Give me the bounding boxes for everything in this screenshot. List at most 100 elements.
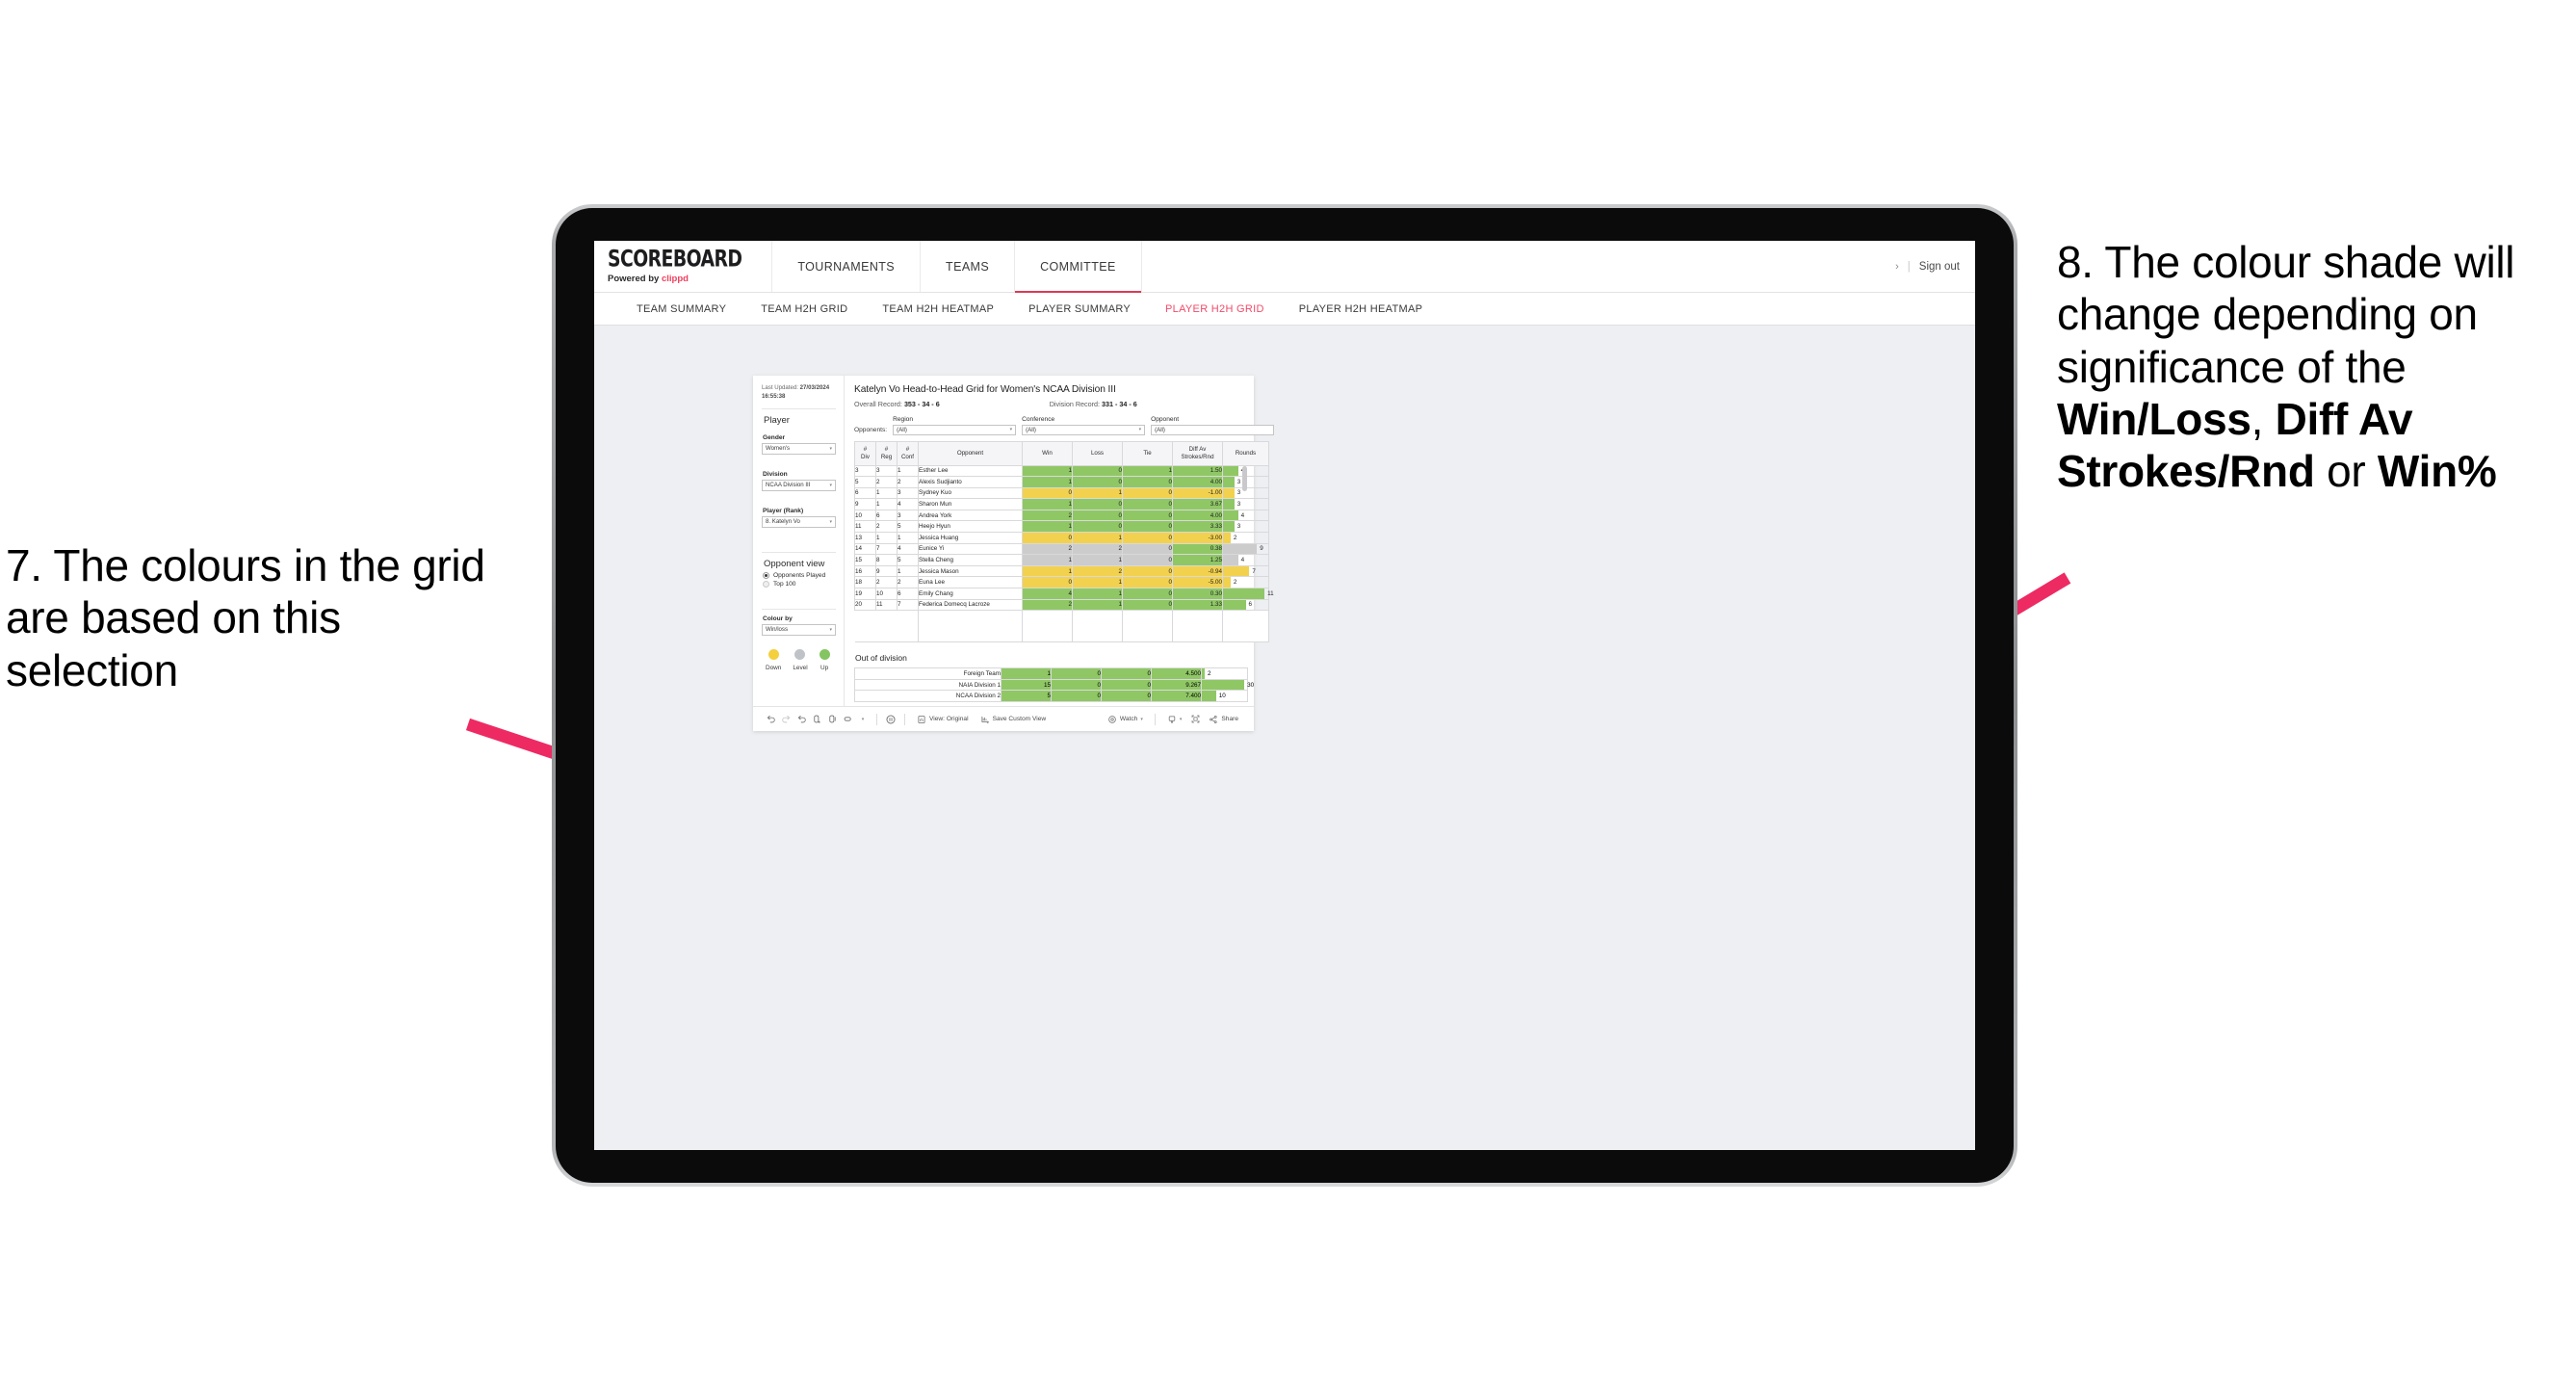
device-layout-icon[interactable] xyxy=(840,712,855,727)
cell-loss[interactable]: 1 xyxy=(1072,554,1123,566)
cell-opponent[interactable]: Emily Chang xyxy=(918,588,1023,600)
cell-conf[interactable]: 5 xyxy=(897,554,919,566)
grid-row[interactable]: 9 1 4 Sharon Mun 1 0 0 3.67 3 xyxy=(854,498,1269,510)
grid-row[interactable]: Foreign Team 1 0 0 4.500 2 xyxy=(854,667,1248,680)
cell-opponent[interactable]: Foreign Team xyxy=(854,667,1002,680)
subnav-item-team-h2h-heatmap[interactable]: TEAM H2H HEATMAP xyxy=(865,303,1011,315)
cell-div[interactable]: 5 xyxy=(854,476,876,488)
grid-row[interactable]: 15 8 5 Stella Cheng 1 1 0 1.25 4 xyxy=(854,554,1269,566)
cell-loss[interactable]: 0 xyxy=(1072,476,1123,488)
cell-win[interactable]: 1 xyxy=(1022,554,1073,566)
cell-loss[interactable]: 1 xyxy=(1072,576,1123,589)
cell-reg[interactable]: 7 xyxy=(875,542,898,556)
grid-row[interactable]: 6 1 3 Sydney Kuo 0 1 0 -1.00 3 xyxy=(854,486,1269,500)
cell-tie[interactable]: 0 xyxy=(1122,588,1173,600)
save-custom-view-button[interactable]: Save Custom View xyxy=(975,715,1053,724)
grid-header-reg[interactable]: # Reg xyxy=(875,440,898,466)
nav-item-teams[interactable]: TEAMS xyxy=(921,241,1016,292)
cell-reg[interactable]: 1 xyxy=(875,498,898,510)
cell-div[interactable]: 15 xyxy=(854,554,876,566)
player-rank-select[interactable]: 8. Katelyn Vo ▾ xyxy=(762,515,836,528)
subnav-item-player-h2h-heatmap[interactable]: PLAYER H2H HEATMAP xyxy=(1282,303,1440,315)
cell-opponent[interactable]: Heejo Hyun xyxy=(918,520,1023,534)
grid-row[interactable]: 5 2 2 Alexis Sudjianto 1 0 0 4.00 3 xyxy=(854,476,1269,488)
cell-diff[interactable]: 1.25 xyxy=(1172,554,1223,566)
grid-header-rounds[interactable]: Rounds xyxy=(1222,440,1269,466)
cell-div[interactable]: 3 xyxy=(854,464,876,478)
grid-header-loss[interactable]: Loss xyxy=(1072,440,1123,466)
cell-opponent[interactable]: Stella Cheng xyxy=(918,554,1023,566)
cell-loss[interactable]: 0 xyxy=(1072,464,1123,478)
cell-rounds[interactable]: 3 xyxy=(1222,498,1269,510)
cell-conf[interactable]: 2 xyxy=(897,476,919,488)
grid-row[interactable]: 331Esther Lee1011.504 xyxy=(854,464,1269,478)
cell-diff[interactable]: 7.400 xyxy=(1151,690,1202,702)
cell-conf[interactable]: 1 xyxy=(897,532,919,544)
cell-win[interactable]: 0 xyxy=(1022,532,1073,544)
cell-diff[interactable]: 4.00 xyxy=(1172,476,1223,488)
cell-diff[interactable]: -0.94 xyxy=(1172,564,1223,578)
cell-rounds[interactable]: 6 xyxy=(1222,598,1269,612)
subnav-item-player-summary[interactable]: PLAYER SUMMARY xyxy=(1011,303,1148,315)
cell-div[interactable]: 14 xyxy=(854,542,876,556)
cell-reg[interactable]: 2 xyxy=(875,476,898,488)
chevron-right-icon[interactable]: › xyxy=(1895,261,1899,273)
cell-win[interactable]: 1 xyxy=(1001,667,1052,680)
cell-diff[interactable]: 9.267 xyxy=(1151,678,1202,692)
cell-win[interactable]: 2 xyxy=(1022,542,1073,556)
nav-item-committee[interactable]: COMMITTEE xyxy=(1015,241,1142,293)
cell-diff[interactable]: 1.33 xyxy=(1172,598,1223,612)
cell-div[interactable]: 9 xyxy=(854,498,876,510)
cell-conf[interactable]: 1 xyxy=(897,464,919,478)
grid-row[interactable]: 20 11 7 Federica Domecq Lacroze 2 1 0 1.33 6 xyxy=(854,598,1269,612)
cell-diff[interactable]: 0.30 xyxy=(1172,588,1223,600)
cell-rounds[interactable]: 10 xyxy=(1201,690,1248,702)
cell-reg[interactable]: 2 xyxy=(875,520,898,534)
radio-opponents-played[interactable]: Opponents Played xyxy=(763,571,836,579)
subnav-item-team-h2h-grid[interactable]: TEAM H2H GRID xyxy=(743,303,865,315)
cell-opponent[interactable]: Jessica Huang xyxy=(918,532,1023,544)
grid-header-opponent[interactable]: Opponent xyxy=(918,440,1023,466)
grid-header-diff[interactable]: Diff Av Strokes/Rnd xyxy=(1172,440,1223,466)
cell-diff[interactable]: 3.67 xyxy=(1172,498,1223,510)
cell-rounds[interactable]: 2 xyxy=(1201,667,1248,680)
cell-diff[interactable]: -3.00 xyxy=(1172,532,1223,544)
refresh-data-icon[interactable] xyxy=(809,712,824,727)
cell-opponent[interactable]: Sharon Mun xyxy=(918,498,1023,510)
cell-div[interactable]: 18 xyxy=(854,576,876,589)
cell-reg[interactable]: 8 xyxy=(875,554,898,566)
cell-div[interactable]: 20 xyxy=(854,598,876,612)
cell-tie[interactable]: 0 xyxy=(1122,554,1173,566)
grid-row[interactable]: 18 2 2 Euna Lee 0 1 0 -5.00 2 xyxy=(854,576,1269,589)
cell-tie[interactable]: 0 xyxy=(1101,667,1152,680)
cell-opponent[interactable]: Euna Lee xyxy=(918,576,1023,589)
cell-tie[interactable]: 0 xyxy=(1122,498,1173,510)
cell-tie[interactable]: 0 xyxy=(1101,690,1152,702)
cell-loss[interactable]: 0 xyxy=(1051,667,1102,680)
brand-logo[interactable]: SCOREBOARD Powered by clippd xyxy=(594,241,773,292)
cell-win[interactable]: 1 xyxy=(1022,476,1073,488)
cell-loss[interactable]: 0 xyxy=(1051,690,1102,702)
cell-win[interactable]: 1 xyxy=(1022,464,1073,478)
cell-conf[interactable]: 6 xyxy=(897,588,919,600)
cell-win[interactable]: 15 xyxy=(1001,678,1052,692)
grid-row[interactable]: NAIA Division 1 15 0 0 9.267 30 xyxy=(854,678,1254,692)
cell-tie[interactable]: 0 xyxy=(1122,520,1173,534)
grid-header-conf[interactable]: # Conf xyxy=(897,440,919,466)
cell-opponent[interactable]: Sydney Kuo xyxy=(918,486,1023,500)
cell-tie[interactable]: 0 xyxy=(1122,532,1173,544)
radio-top-100[interactable]: Top 100 xyxy=(763,580,836,588)
cell-conf[interactable]: 1 xyxy=(897,564,919,578)
cell-loss[interactable]: 2 xyxy=(1072,564,1123,578)
watch-button[interactable]: Watch ▾ xyxy=(1102,715,1149,724)
grid-row[interactable]: 16 9 1 Jessica Mason 1 2 0 -0.94 7 xyxy=(854,564,1269,578)
cell-div[interactable]: 13 xyxy=(854,532,876,544)
cell-win[interactable]: 0 xyxy=(1022,576,1073,589)
grid-row[interactable]: 11 2 5 Heejo Hyun 1 0 0 3.33 3 xyxy=(854,520,1269,534)
cell-rounds[interactable]: 4 xyxy=(1222,554,1269,566)
cell-rounds[interactable]: 2 xyxy=(1222,532,1269,544)
cell-diff[interactable]: -1.00 xyxy=(1172,486,1223,500)
cell-reg[interactable]: 10 xyxy=(875,588,898,600)
cell-diff[interactable]: 0.38 xyxy=(1172,542,1223,556)
cell-win[interactable]: 4 xyxy=(1022,588,1073,600)
